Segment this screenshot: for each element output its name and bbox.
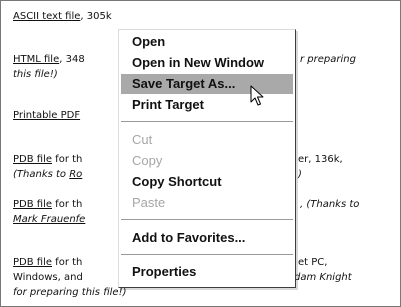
menu-item-open[interactable]: Open — [121, 32, 293, 52]
pdb2-credit-link[interactable]: Mark Frauenfe — [13, 214, 85, 225]
pdb-entry-1: PDB file for th — [13, 152, 82, 167]
pdb2-credit-text: , (Thanks to — [300, 199, 360, 210]
html-credit-line2: this file!) — [13, 69, 58, 80]
html-credit-text: r preparing — [300, 54, 356, 65]
menu-item-print-target[interactable]: Print Target — [121, 95, 293, 115]
pdb3-line2-start: Windows, and — [13, 272, 83, 283]
pdb1-credit-line2: (Thanks to Ro — [13, 167, 82, 182]
pdb-entry-2: PDB file for th — [13, 197, 82, 212]
menu-item-paste: Paste — [132, 195, 166, 210]
html-size-text: , 348 — [59, 54, 85, 65]
pdb2-credit-line2: Mark Frauenfe — [13, 212, 85, 227]
pdb3-credit-line3: for preparing this file!) — [13, 287, 127, 298]
arrow-pointer-icon — [250, 85, 264, 106]
html-file-link[interactable]: HTML file — [13, 54, 59, 65]
ascii-text-file-link[interactable]: ASCII text file — [13, 11, 80, 22]
pdb3-platform-text: et PC, — [298, 257, 328, 268]
ascii-entry: ASCII text file, 305k — [13, 9, 112, 24]
menu-item-open-new-window[interactable]: Open in New Window — [121, 53, 293, 73]
menu-separator-2 — [121, 219, 293, 221]
pdb1-thanks-text: (Thanks to — [13, 169, 70, 180]
printable-pdf-link[interactable]: Printable PDF — [13, 110, 80, 121]
html-entry: HTML file, 348 — [13, 52, 85, 67]
menu-separator-1 — [121, 121, 293, 123]
menu-separator-3 — [121, 254, 293, 256]
pdb-file-link-3[interactable]: PDB file — [13, 257, 52, 268]
menu-item-copy-shortcut[interactable]: Copy Shortcut — [121, 172, 293, 192]
pdb3-desc-text: for th — [52, 257, 83, 268]
menu-item-properties[interactable]: Properties — [121, 262, 293, 282]
browser-content-frame: ASCII text file, 305k HTML file, 348 r p… — [0, 0, 401, 307]
pdb-file-link-1[interactable]: PDB file — [13, 154, 52, 165]
menu-item-copy: Copy — [132, 153, 163, 168]
context-menu: Open Open in New Window Save Target As..… — [118, 29, 296, 288]
pdb1-desc-text: for th — [52, 154, 83, 165]
menu-item-cut: Cut — [132, 132, 153, 147]
menu-item-save-target-as[interactable]: Save Target As... — [121, 74, 293, 94]
pdb2-desc-text: for th — [52, 199, 83, 210]
pdb1-size-text: er, 136k, — [298, 154, 343, 165]
pdb3-credit-text: dam Knight — [294, 272, 352, 283]
menu-item-add-to-favorites[interactable]: Add to Favorites... — [121, 228, 293, 248]
pdb1-credit-end: ) — [298, 169, 302, 180]
ascii-size-text: , 305k — [80, 11, 112, 22]
printable-entry: Printable PDF — [13, 108, 80, 123]
pdb-entry-3: PDB file for th — [13, 255, 82, 270]
pdb1-credit-link[interactable]: Ro — [69, 169, 82, 180]
pdb-file-link-2[interactable]: PDB file — [13, 199, 52, 210]
